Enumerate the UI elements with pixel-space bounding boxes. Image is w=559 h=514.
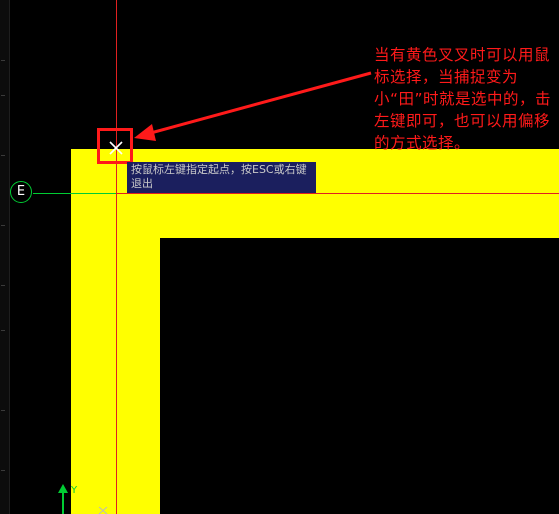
origin-mark-icon xyxy=(98,506,108,514)
wall-inner-area xyxy=(160,238,559,514)
ucs-y-label: Y xyxy=(71,485,78,496)
panel-tick xyxy=(1,225,5,226)
crosshair-horizontal xyxy=(116,193,559,194)
panel-tick xyxy=(1,410,5,411)
snap-x-icon[interactable] xyxy=(108,140,124,156)
crosshair-vertical xyxy=(116,0,117,514)
panel-tick xyxy=(1,330,5,331)
axis-bubble-e[interactable]: E xyxy=(10,181,32,203)
panel-tick xyxy=(1,60,5,61)
panel-tick xyxy=(1,155,5,156)
panel-tick xyxy=(1,95,5,96)
left-panel-edge xyxy=(0,0,10,514)
command-tooltip: 按鼠标左键指定起点，按ESC或右键退出 xyxy=(127,162,316,193)
ucs-y-arrow-icon xyxy=(58,484,68,514)
panel-tick xyxy=(1,470,5,471)
cad-drawing-canvas[interactable]: E 按鼠标左键指定起点，按ESC或右键退出 当有黄色叉叉时可以用鼠标选择，当捕捉… xyxy=(0,0,559,514)
annotation-text: 当有黄色叉叉时可以用鼠标选择，当捕捉变为小“田”时就是选中的，击左键即可，也可以… xyxy=(374,46,552,152)
panel-tick xyxy=(1,285,5,286)
